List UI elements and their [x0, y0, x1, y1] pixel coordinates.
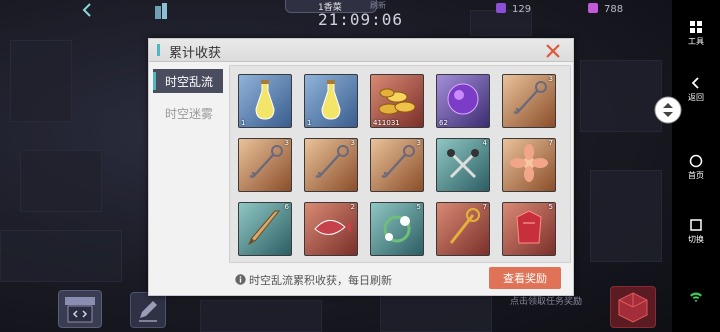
reward-item-staff[interactable]: 7	[436, 202, 490, 256]
item-quantity: 4	[482, 139, 487, 147]
key-icon	[513, 81, 547, 115]
shop-icon	[65, 297, 95, 323]
reward-item-key[interactable]: 3	[304, 138, 358, 192]
key-icon	[315, 145, 349, 179]
tools-label: 工具	[688, 37, 704, 46]
home-button[interactable]: 首页	[672, 154, 720, 181]
reward-grid: 1 1 411031 62 3 3 3 3 4 7 6 2 5 7 5	[229, 65, 571, 263]
item-quantity: 5	[416, 203, 421, 211]
reward-item-sword[interactable]: 6	[238, 202, 292, 256]
reward-item-flower[interactable]: 7	[502, 138, 556, 192]
dialog-title-bar: 累计收获	[149, 39, 573, 62]
tab-spacetime-turbulence[interactable]: 时空乱流	[153, 69, 223, 93]
staff-icon	[449, 208, 480, 244]
edit-button[interactable]	[130, 292, 166, 328]
home-circle-icon	[689, 154, 703, 168]
item-quantity: 6	[284, 203, 289, 211]
mission-button[interactable]	[610, 286, 656, 328]
close-icon[interactable]	[545, 43, 561, 59]
flower-icon	[510, 144, 548, 182]
reward-item-bottle[interactable]: 1	[304, 74, 358, 128]
system-sidebar: 工具 返回 首页 切换	[654, 0, 720, 332]
reward-item-key[interactable]: 3	[238, 138, 292, 192]
back-arrow-icon	[691, 77, 699, 89]
gem-icon	[496, 3, 506, 13]
item-quantity: 411031	[373, 119, 400, 127]
switch-label: 切换	[688, 235, 704, 244]
item-quantity: 1	[241, 119, 246, 127]
grid-icon	[690, 21, 702, 33]
item-quantity: 1	[307, 119, 312, 127]
item-quantity: 5	[548, 203, 553, 211]
building-icon[interactable]	[152, 2, 170, 20]
pencil-icon	[139, 301, 157, 322]
fish-icon	[314, 220, 351, 235]
resource-count-2: 788	[604, 4, 624, 15]
item-quantity: 3	[350, 139, 355, 147]
reward-item-key[interactable]: 3	[502, 74, 556, 128]
shop-button[interactable]	[58, 290, 102, 328]
item-quantity: 7	[548, 139, 553, 147]
top-bar: 1香菜 刷新 21:09:06 129 788	[0, 0, 672, 32]
reward-item-armor[interactable]: 5	[502, 202, 556, 256]
item-quantity: 7	[482, 203, 487, 211]
tab-spacetime-fog[interactable]: 时空迷雾	[153, 101, 223, 125]
view-rewards-label: 查看奖励	[503, 272, 547, 285]
reward-item-scissors[interactable]: 4	[436, 138, 490, 192]
dialog-title: 累计收获	[169, 46, 222, 61]
title-accent	[157, 44, 160, 56]
reward-item-wreath[interactable]: 5	[370, 202, 424, 256]
chevron-left-icon[interactable]	[80, 2, 96, 18]
switch-square-icon	[690, 219, 702, 231]
key-icon	[381, 145, 415, 179]
reward-item-fish[interactable]: 2	[304, 202, 358, 256]
tab-label: 时空乱流	[165, 75, 214, 89]
view-rewards-button[interactable]: 查看奖励	[489, 267, 561, 289]
resource-count-1: 129	[512, 4, 532, 15]
scroll-nav-icon[interactable]	[654, 96, 682, 124]
tab-label: 时空迷雾	[165, 107, 214, 121]
crystal-icon	[588, 3, 598, 13]
bottle-icon	[255, 80, 275, 120]
item-quantity: 62	[439, 119, 448, 127]
reward-item-orb[interactable]: 62	[436, 74, 490, 128]
item-quantity: 3	[284, 139, 289, 147]
info-icon	[235, 274, 246, 285]
wifi-icon	[690, 292, 702, 302]
reward-item-key[interactable]: 3	[370, 138, 424, 192]
home-label: 首页	[688, 171, 704, 180]
scissors-icon	[447, 149, 479, 179]
footer-note: 时空乱流累积收获，每日刷新	[249, 274, 392, 287]
cube-icon	[618, 292, 648, 323]
item-quantity: 3	[416, 139, 421, 147]
bottle-icon	[321, 80, 341, 120]
key-icon	[249, 145, 283, 179]
clock: 21:09:06	[318, 10, 404, 29]
item-quantity: 2	[350, 203, 355, 211]
sword-icon	[248, 210, 281, 245]
armor-icon	[516, 210, 542, 244]
wreath-icon	[383, 215, 411, 243]
cumulative-rewards-dialog: 累计收获 时空乱流 时空迷雾 1 1 411031 62 3 3 3 3 4 7 6 2 5 7 5 时空乱…	[148, 38, 574, 296]
reward-item-bottle[interactable]: 1	[238, 74, 292, 128]
tab-accent	[153, 72, 156, 90]
item-quantity: 3	[548, 75, 553, 83]
tools-button[interactable]: 工具	[672, 20, 720, 47]
reward-item-coins[interactable]: 411031	[370, 74, 424, 128]
switch-button[interactable]: 切换	[672, 218, 720, 245]
